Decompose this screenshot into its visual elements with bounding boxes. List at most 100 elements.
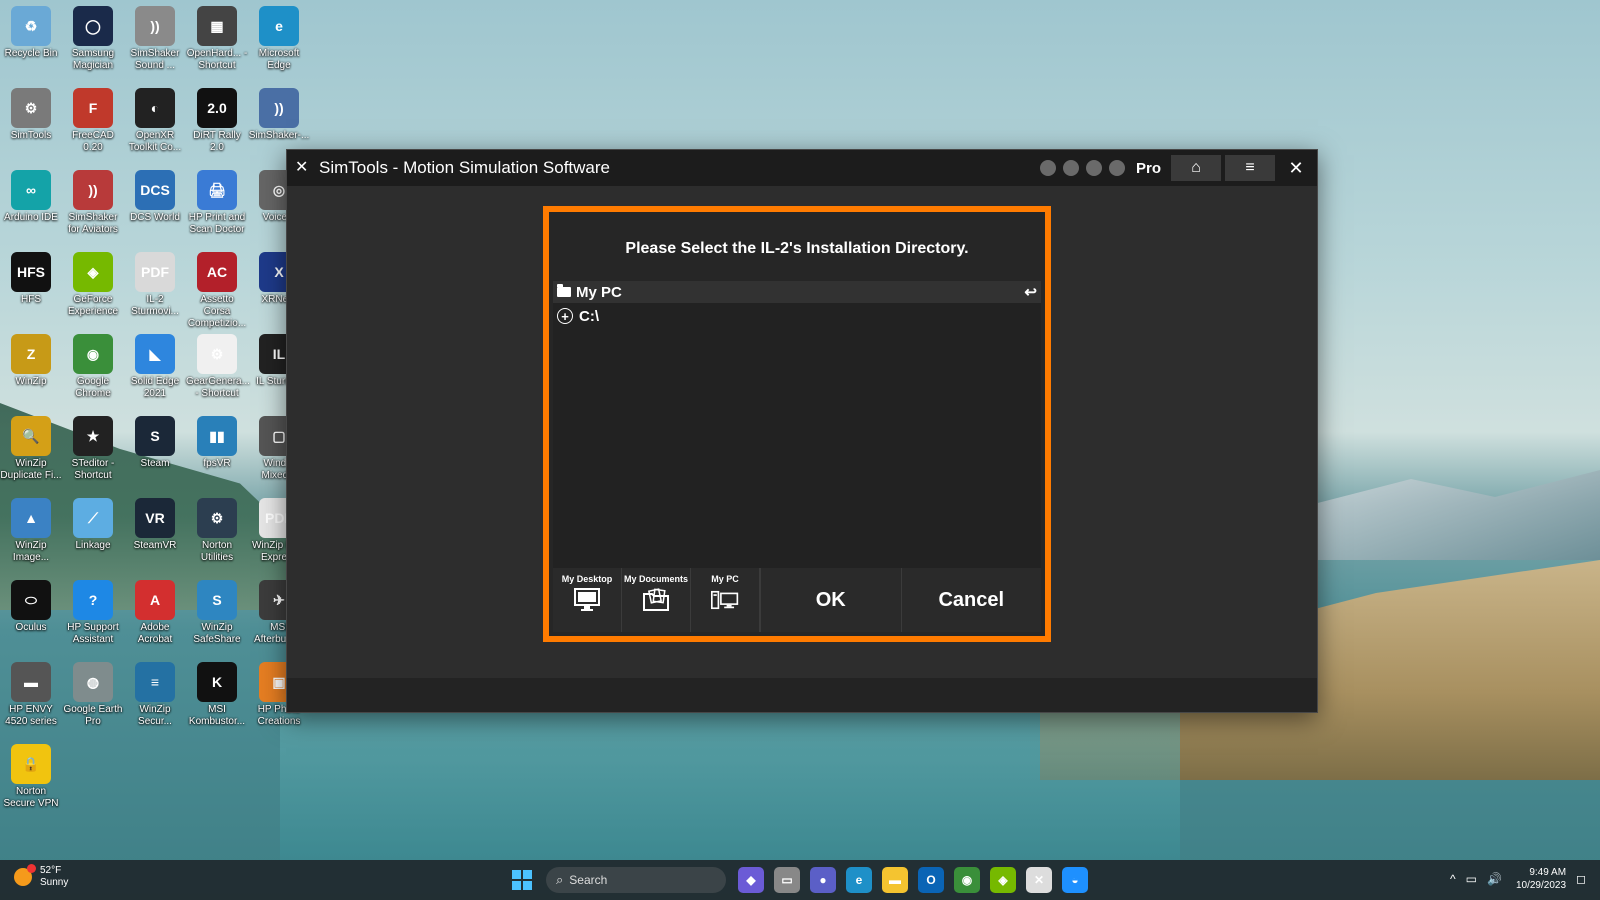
desktop-icon[interactable]: ◐ OpenXR Toolkit Co... — [124, 84, 186, 154]
desktop-icon[interactable]: ◈ GeForce Experience — [62, 248, 124, 318]
steam-icon: S — [135, 416, 175, 456]
il2-pdf-icon: PDF — [135, 252, 175, 292]
norton-utilities-icon: ⚙ — [197, 498, 237, 538]
desktop-icon[interactable]: ◣ Solid Edge 2021 — [124, 330, 186, 400]
desktop-icon[interactable]: VR SteamVR — [124, 494, 186, 552]
home-button[interactable]: ⌂ — [1171, 155, 1221, 181]
desktop-icon[interactable]: 🔒 Norton Secure VPN — [0, 740, 62, 810]
desktop-icon[interactable]: ▦ OpenHard... - Shortcut — [186, 2, 248, 72]
desktop-icon-label: fpsVR — [203, 458, 231, 469]
desktop-icon[interactable]: ◉ Google Chrome — [62, 330, 124, 400]
desktop-icon[interactable]: ∞ Arduino IDE — [0, 166, 62, 224]
expand-plus-icon[interactable]: + — [557, 308, 573, 324]
desktop-icon[interactable]: F FreeCAD 0.20 — [62, 84, 124, 154]
desktop-icon[interactable]: ≡ WinZip Secur... — [124, 658, 186, 728]
hp-envy-printer-icon: ▬ — [11, 662, 51, 702]
file-explorer-window-icon[interactable]: ▭ — [774, 867, 800, 893]
desktop-icon[interactable]: Z WinZip — [0, 330, 62, 388]
weather-widget[interactable]: 52°F Sunny — [14, 864, 68, 889]
nvidia-icon[interactable]: ◈ — [990, 867, 1016, 893]
chrome-taskbar-icon[interactable]: ◉ — [954, 867, 980, 893]
start-button[interactable] — [512, 870, 532, 890]
hp-support-icon: ? — [73, 580, 113, 620]
volume-icon[interactable]: 🔊 — [1487, 872, 1502, 886]
simtools-taskbar-icon[interactable]: ✕ — [1026, 867, 1052, 893]
tree-root-my-pc[interactable]: My PC ↩ — [553, 281, 1041, 303]
desktop-icon[interactable]: S WinZip SafeShare — [186, 576, 248, 646]
close-button[interactable]: ✕ — [1279, 155, 1313, 181]
simshaker-sound-icon: )) — [135, 6, 175, 46]
assetto-corsa-icon: AC — [197, 252, 237, 292]
my-desktop-button[interactable]: My Desktop — [553, 568, 622, 632]
teams-chat-icon[interactable]: ● — [810, 867, 836, 893]
simshaker-taskbar-icon[interactable]: ◒ — [1062, 867, 1088, 893]
desktop-icon[interactable]: ◍ Google Earth Pro — [62, 658, 124, 728]
desktop-icon[interactable]: HFS HFS — [0, 248, 62, 306]
desktop-icon[interactable]: ◯ Samsung Magician — [62, 2, 124, 72]
desktop-icon[interactable]: ▮▮ fpsVR — [186, 412, 248, 470]
desktop-icon-label: SimTools — [10, 130, 52, 141]
desktop-icon[interactable]: ⚙ Norton Utilities — [186, 494, 248, 564]
solid-edge-icon: ◣ — [135, 334, 175, 374]
desktop-icon[interactable]: ? HP Support Assistant — [62, 576, 124, 646]
taskbar-search[interactable]: ⌕ Search — [546, 867, 726, 893]
desktop-icon-label: Arduino IDE — [4, 212, 58, 223]
desktop-icon[interactable]: )) SimShaker Sound ... — [124, 2, 186, 72]
ok-button[interactable]: OK — [760, 568, 901, 632]
window-titlebar[interactable]: ✕ SimTools - Motion Simulation Software … — [287, 150, 1317, 186]
desktop-icon[interactable]: e Microsoft Edge — [248, 2, 310, 72]
desktop-icon[interactable]: ▲ WinZip Image... — [0, 494, 62, 564]
norton-vpn-icon: 🔒 — [11, 744, 51, 784]
desktop-icon[interactable]: 2.0 DiRT Rally 2.0 — [186, 84, 248, 154]
status-dot-icon — [1039, 160, 1056, 176]
outlook-icon[interactable]: O — [918, 867, 944, 893]
desktop-icon[interactable]: ⬭ Oculus — [0, 576, 62, 634]
desktop-monitor-icon — [573, 588, 601, 612]
desktop-icon-label: GearGenera... - Shortcut — [186, 376, 250, 399]
desktop-icon-label: Recycle Bin — [4, 48, 58, 59]
weather-text: 52°F Sunny — [40, 865, 68, 889]
status-dot-icon — [1085, 160, 1102, 176]
google-earth-icon: ◍ — [73, 662, 113, 702]
edition-label: Pro — [1135, 159, 1161, 177]
cancel-button[interactable]: Cancel — [900, 568, 1042, 632]
network-icon[interactable]: ▭ — [1466, 872, 1477, 886]
tree-item-c-drive[interactable]: + C:\ — [553, 305, 1041, 327]
desktop-icon[interactable]: ★ STeditor - Shortcut — [62, 412, 124, 482]
tree-item-label: C:\ — [579, 307, 599, 325]
desktop-icon[interactable]: ⚙ SimTools — [0, 84, 62, 142]
desktop-icon[interactable]: ♻ Recycle Bin — [0, 2, 62, 60]
desktop-icon[interactable]: DCS DCS World — [124, 166, 186, 224]
menu-button[interactable]: ≡ — [1225, 155, 1275, 181]
desktop-icon[interactable]: K MSI Kombustor... — [186, 658, 248, 728]
back-arrow-icon[interactable]: ↩ — [1024, 283, 1037, 301]
hp-print-scan-icon: 🖨 — [197, 170, 237, 210]
desktop-icon[interactable]: 🖨 HP Print and Scan Doctor — [186, 166, 248, 236]
search-icon: ⌕ — [556, 872, 564, 887]
desktop-icon[interactable]: ▬ HP ENVY 4520 series — [0, 658, 62, 728]
clock[interactable]: 9:49 AM 10/29/2023 — [1516, 866, 1566, 892]
desktop-icon[interactable]: S Steam — [124, 412, 186, 470]
chevron-up-icon[interactable]: ^ — [1450, 872, 1456, 886]
linkage-icon: ⟋ — [73, 498, 113, 538]
window-body: Please Select the IL-2's Installation Di… — [287, 186, 1317, 712]
status-dot-icon — [1062, 160, 1079, 176]
desktop-icon[interactable]: 🔍 WinZip Duplicate Fi... — [0, 412, 62, 482]
desktop-icon[interactable]: )) SimShaker for Aviators — [62, 166, 124, 236]
my-documents-button[interactable]: My Documents — [622, 568, 691, 632]
desktop-icon[interactable]: ⚙ GearGenera... - Shortcut — [186, 330, 250, 400]
desktop-icon[interactable]: AC Assetto Corsa Competizio... — [186, 248, 248, 330]
desktop-icon[interactable]: ⟋ Linkage — [62, 494, 124, 552]
documents-folder-icon — [642, 588, 670, 612]
desktop-icon[interactable]: A Adobe Acrobat — [124, 576, 186, 646]
file-explorer-icon[interactable]: ▬ — [882, 867, 908, 893]
desktop-icon[interactable]: )) SimShaker-... — [248, 84, 310, 142]
directory-tree[interactable]: My PC ↩ + C:\ — [553, 281, 1041, 570]
desktop-icon[interactable]: PDF IL-2 Sturmovi... — [124, 248, 186, 318]
weather-condition: Sunny — [40, 877, 69, 888]
edge-taskbar-icon[interactable]: e — [846, 867, 872, 893]
desktop-icon-label: SimShaker for Aviators — [68, 212, 118, 235]
notification-icon[interactable]: ◻ — [1576, 872, 1586, 886]
copilot-icon[interactable]: ◆ — [738, 867, 764, 893]
my-pc-button[interactable]: My PC — [691, 568, 760, 632]
